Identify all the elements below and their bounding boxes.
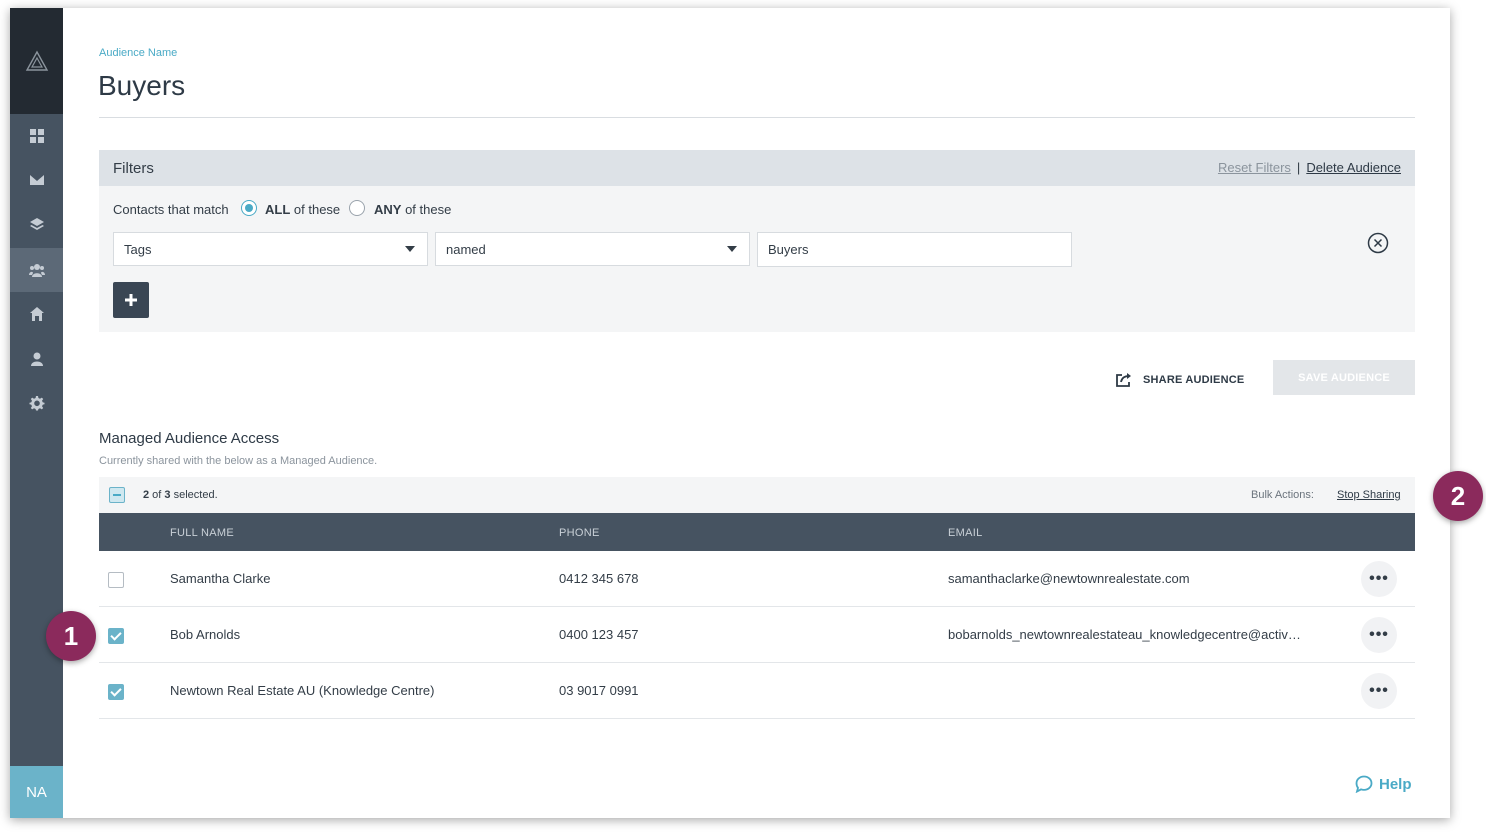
sidebar-item-settings[interactable] [10,381,63,425]
chevron-down-icon [727,246,737,252]
reset-filters-link[interactable]: Reset Filters [1218,160,1291,175]
row-full-name: Bob Arnolds [170,627,241,642]
sidebar-item-email[interactable] [10,158,63,202]
delete-audience-link[interactable]: Delete Audience [1306,160,1401,175]
row-checkbox[interactable] [108,628,124,644]
bulk-actions-bar: 2 of 3 selected. Bulk Actions: Stop Shar… [99,477,1415,513]
bulk-actions-label: Bulk Actions: [1251,489,1314,501]
filter-field-value: Tags [124,242,152,257]
triangle-logo-icon [25,50,48,71]
row-email: samanthaclarke@newtownrealestate.com [948,571,1190,586]
filters-title: Filters [113,160,154,177]
person-icon [30,352,43,366]
match-all-bold: ALL [265,202,291,217]
sidebar-item-dashboard[interactable] [10,114,63,158]
breadcrumb: Audience Name [99,47,178,59]
row-phone: 0412 345 678 [559,571,639,586]
title-divider [99,117,1415,118]
row-email: bobarnolds_newtownrealestateau_knowledge… [948,627,1308,642]
row-more-button[interactable]: ••• [1361,561,1397,597]
row-more-button[interactable]: ••• [1361,617,1397,653]
selection-suffix: selected. [170,489,218,501]
column-header-full-name[interactable]: FULL NAME [170,527,234,539]
filter-field-select[interactable]: Tags [113,232,428,266]
grid-icon [29,129,44,143]
select-all-checkbox[interactable] [109,487,125,503]
share-icon [1116,373,1131,387]
column-header-email[interactable]: EMAIL [948,527,983,539]
remove-filter-button[interactable] [1367,232,1389,254]
sidebar: NA [10,8,63,818]
match-any-rest: of these [401,202,452,217]
chat-bubble-icon [1355,775,1373,793]
match-all-rest: of these [290,202,341,217]
chevron-down-icon [405,246,415,252]
selection-of-text: of [149,489,165,501]
sidebar-item-audiences[interactable] [10,248,63,292]
row-checkbox[interactable] [108,684,124,700]
help-label: Help [1379,775,1412,793]
stop-sharing-link[interactable]: Stop Sharing [1337,489,1401,501]
match-any-bold: ANY [374,202,402,217]
callout-badge-1: 1 [46,611,96,661]
filters-header: Filters Reset Filters | Delete Audience [99,150,1415,186]
managed-access-subtitle: Currently shared with the below as a Man… [99,455,378,467]
help-button[interactable]: Help [1355,775,1412,793]
column-header-phone[interactable]: PHONE [559,527,600,539]
row-phone: 0400 123 457 [559,627,639,642]
match-all-label[interactable]: ALL of these [265,202,340,217]
home-icon [29,307,44,321]
page-title: Buyers [98,70,186,101]
filter-value-input[interactable]: Buyers [757,232,1072,267]
selection-count: 2 of 3 selected. [143,489,218,501]
match-label: Contacts that match [113,202,229,217]
plus-icon [125,294,137,306]
close-circle-icon [1367,232,1389,254]
group-icon [28,264,45,277]
layers-icon [29,218,44,230]
filter-value-text: Buyers [768,242,809,257]
main-content: Audience Name Buyers Filters Reset Filte… [63,8,1450,818]
row-more-button[interactable]: ••• [1361,673,1397,709]
match-any-radio[interactable] [349,200,365,216]
sidebar-item-contacts[interactable] [10,337,63,381]
app-window: NA Audience Name Buyers Filters Reset Fi… [10,8,1450,818]
app-logo[interactable] [10,8,63,114]
table-row: Samantha Clarke 0412 345 678 samanthacla… [99,551,1415,607]
sidebar-item-layers[interactable] [10,203,63,247]
table-row: Bob Arnolds 0400 123 457 bobarnolds_newt… [99,607,1415,663]
sidebar-item-properties[interactable] [10,292,63,336]
save-audience-button[interactable]: SAVE AUDIENCE [1273,360,1415,395]
filters-panel: Filters Reset Filters | Delete Audience Co… [99,150,1415,332]
match-any-label[interactable]: ANY of these [374,202,451,217]
row-phone: 03 9017 0991 [559,683,639,698]
callout-badge-2: 2 [1433,471,1483,521]
row-checkbox[interactable] [108,572,124,588]
add-filter-button[interactable] [113,282,149,318]
user-avatar[interactable]: NA [10,766,63,818]
envelope-icon [29,175,44,185]
row-full-name: Samantha Clarke [170,571,271,586]
table-row: Newtown Real Estate AU (Knowledge Centre… [99,663,1415,719]
managed-access-title: Managed Audience Access [99,430,280,447]
share-audience-button[interactable]: SHARE AUDIENCE [1115,368,1244,392]
match-all-radio[interactable] [241,200,257,216]
filters-links: Reset Filters | Delete Audience [1218,160,1401,175]
links-separator: | [1296,160,1301,175]
filter-operator-value: named [446,242,486,257]
row-full-name: Newtown Real Estate AU (Knowledge Centre… [170,683,435,698]
table-header: FULL NAME PHONE EMAIL [99,513,1415,551]
filter-operator-select[interactable]: named [435,232,750,266]
share-audience-label: SHARE AUDIENCE [1143,374,1245,386]
gear-icon [29,396,44,411]
